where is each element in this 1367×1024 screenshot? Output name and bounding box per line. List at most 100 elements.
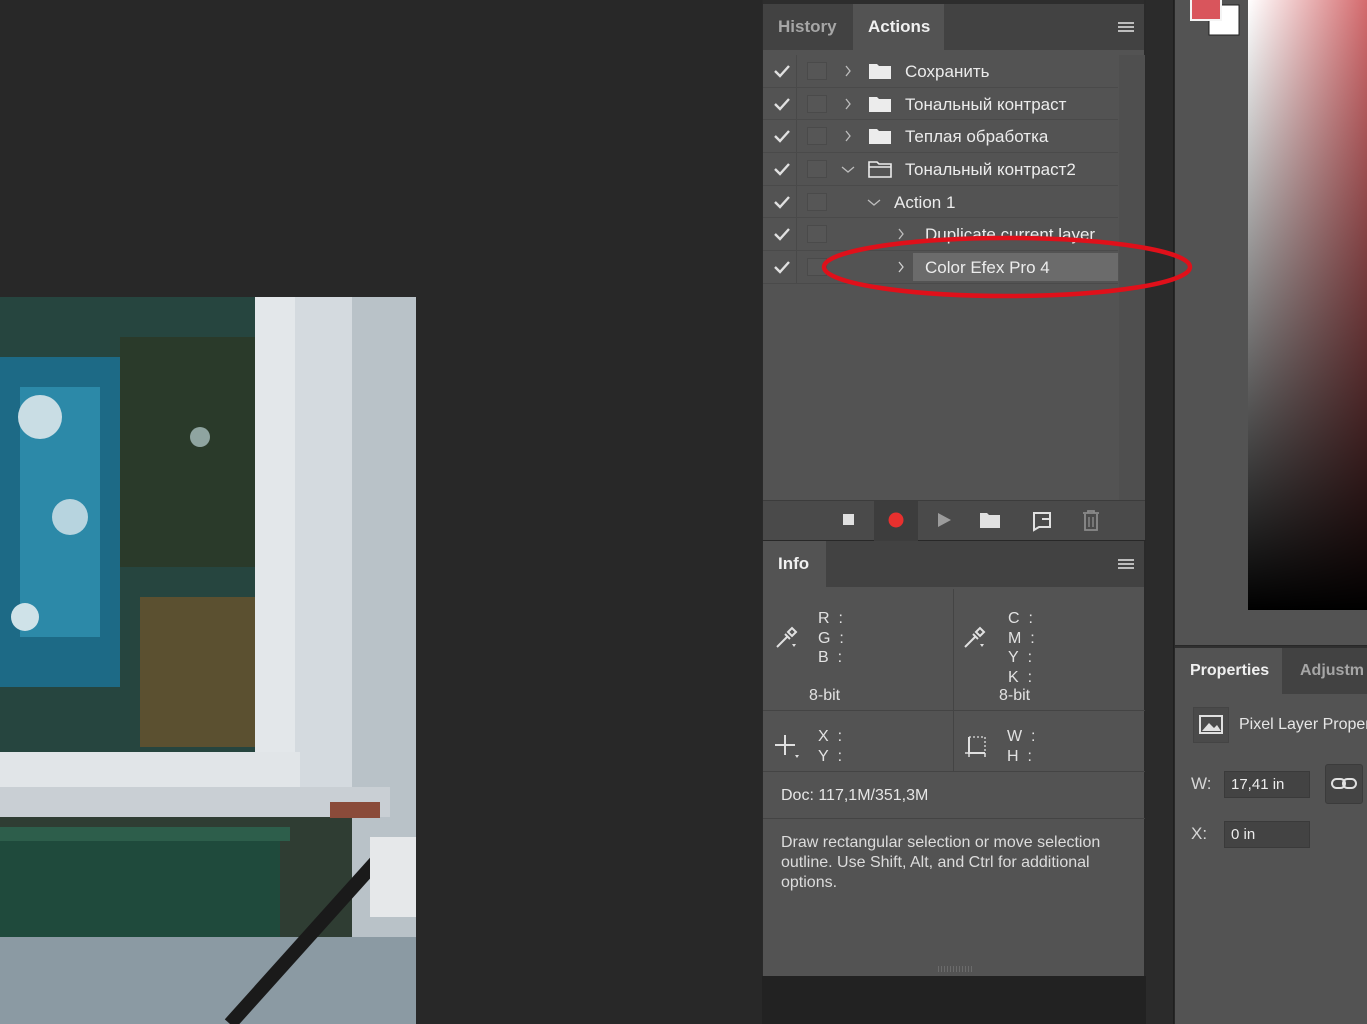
c-label: C <box>1008 610 1020 627</box>
new-set-icon <box>980 513 1000 528</box>
stop-button[interactable] <box>827 501 871 541</box>
x-field-label: X: <box>1191 824 1208 843</box>
action-set-label: Теплая обработка <box>905 127 1049 147</box>
actions-scrollbar[interactable] <box>1119 55 1145 500</box>
crosshair-icon <box>775 735 799 758</box>
layer-type-label: Pixel Layer Proper <box>1239 716 1367 733</box>
action-row[interactable]: Action 1 <box>763 185 1118 219</box>
action-set-label: Сохранить <box>905 62 990 81</box>
resize-grip[interactable] <box>938 966 972 972</box>
width-input[interactable]: 17,41 in <box>1224 771 1310 798</box>
folder-icon <box>869 129 891 145</box>
tab-info[interactable]: Info <box>763 541 826 587</box>
action-set-row[interactable]: Тональный контраст <box>763 87 1118 121</box>
info-panel: Info R : G : B : 8-bit C : M : Y : K : 8… <box>762 541 1146 976</box>
new-set-button[interactable] <box>968 501 1012 541</box>
action-step-label: Color Efex Pro 4 <box>925 258 1050 278</box>
action-step-label: Duplicate current layer <box>925 225 1096 245</box>
panel-menu-icon[interactable] <box>1118 22 1134 34</box>
link-dimensions-button[interactable] <box>1325 764 1363 804</box>
link-icon <box>1331 778 1357 789</box>
delete-button[interactable] <box>1069 501 1113 541</box>
divider <box>763 710 1145 711</box>
y-label: Y <box>1008 649 1019 666</box>
action-set-row[interactable]: Тональный контраст2 <box>763 153 1118 186</box>
x-input[interactable]: 0 in <box>1224 821 1310 848</box>
w-field-label: W: <box>1191 774 1212 793</box>
tab-history[interactable]: History <box>763 4 852 50</box>
stop-icon <box>843 514 854 525</box>
record-icon <box>888 512 904 528</box>
action-set-row[interactable]: Теплая обработка <box>763 120 1118 154</box>
checkmark-icon[interactable] <box>773 161 791 177</box>
chevron-right-icon[interactable] <box>843 64 853 78</box>
dock-divider[interactable] <box>1146 0 1174 1024</box>
delete-icon <box>1083 510 1099 531</box>
m-label: M <box>1008 629 1022 647</box>
action-set-label: Тональный контраст2 <box>905 160 1076 180</box>
panel-menu-icon[interactable] <box>1118 559 1134 571</box>
color-swatches[interactable] <box>1189 0 1249 40</box>
action-set-row[interactable]: Сохранить <box>763 55 1118 88</box>
wh-readout: W : H : <box>1007 728 1036 765</box>
chevron-right-icon[interactable] <box>896 260 906 274</box>
panel-well-empty <box>762 976 1146 1024</box>
chevron-right-icon[interactable] <box>896 227 906 241</box>
action-label: Action 1 <box>894 192 956 212</box>
play-button[interactable] <box>922 501 966 541</box>
dialog-toggle[interactable] <box>807 225 827 244</box>
folder-icon <box>869 96 891 112</box>
pixel-layer-icon <box>1193 707 1229 743</box>
tab-actions[interactable]: Actions <box>853 4 944 50</box>
dialog-toggle[interactable] <box>807 258 827 277</box>
divider <box>763 818 1145 819</box>
color-panel <box>1175 0 1367 645</box>
tab-adjustments[interactable]: Adjustm <box>1285 648 1367 694</box>
actions-tabbar: History Actions <box>763 0 1144 50</box>
photoshop-workspace: History Actions Сохранить Тональный конт… <box>0 0 1367 1024</box>
checkmark-icon[interactable] <box>773 259 791 275</box>
action-step-row[interactable]: Duplicate current layer <box>763 218 1118 252</box>
dialog-toggle[interactable] <box>807 192 827 211</box>
chevron-down-icon[interactable] <box>867 195 881 209</box>
checkmark-icon[interactable] <box>773 194 791 210</box>
checkmark-icon[interactable] <box>773 128 791 144</box>
selection-size-icon <box>965 736 986 757</box>
doc-size: Doc: 117,1M/351,3M <box>781 787 929 804</box>
actions-panel: History Actions Сохранить Тональный конт… <box>762 0 1146 541</box>
xy-readout: X : Y : <box>818 728 843 765</box>
dialog-toggle[interactable] <box>807 127 827 146</box>
cmyk-readout: C : M : Y : K : <box>1008 610 1035 686</box>
checkmark-icon[interactable] <box>773 96 791 112</box>
eyedropper-icon <box>964 626 986 648</box>
color-picker-field[interactable] <box>1248 0 1367 610</box>
bit-depth-right: 8-bit <box>999 687 1031 704</box>
photo-window-scene <box>0 297 416 1024</box>
g-label: G <box>818 629 831 647</box>
checkmark-icon[interactable] <box>773 226 791 242</box>
dialog-toggle[interactable] <box>807 94 827 113</box>
tool-hint: Draw rectangular selection or move selec… <box>781 834 1101 891</box>
rgb-readout: R : G : B : <box>818 610 844 666</box>
dialog-toggle[interactable] <box>807 160 827 179</box>
dialog-toggle[interactable] <box>807 62 827 80</box>
new-action-button[interactable] <box>1020 501 1064 541</box>
divider <box>763 771 1145 772</box>
eyedropper-icon <box>776 626 798 648</box>
chevron-down-icon[interactable] <box>841 162 855 176</box>
chevron-right-icon[interactable] <box>843 129 853 143</box>
folder-open-icon <box>868 161 892 178</box>
record-button[interactable] <box>874 501 918 541</box>
folder-icon <box>869 64 891 79</box>
x-label: X <box>818 728 829 745</box>
divider <box>953 589 954 771</box>
actions-list: Сохранить Тональный контраст Теплая обра… <box>763 55 1118 284</box>
action-step-row-selected[interactable]: Color Efex Pro 4 <box>763 251 1118 284</box>
r-label: R <box>818 610 830 627</box>
tab-properties[interactable]: Properties <box>1175 648 1282 694</box>
chevron-right-icon[interactable] <box>843 97 853 111</box>
canvas-image[interactable] <box>0 297 416 1024</box>
properties-tabbar: Properties Adjustm <box>1175 648 1367 694</box>
b-label: B <box>818 649 829 666</box>
checkmark-icon[interactable] <box>773 63 791 79</box>
